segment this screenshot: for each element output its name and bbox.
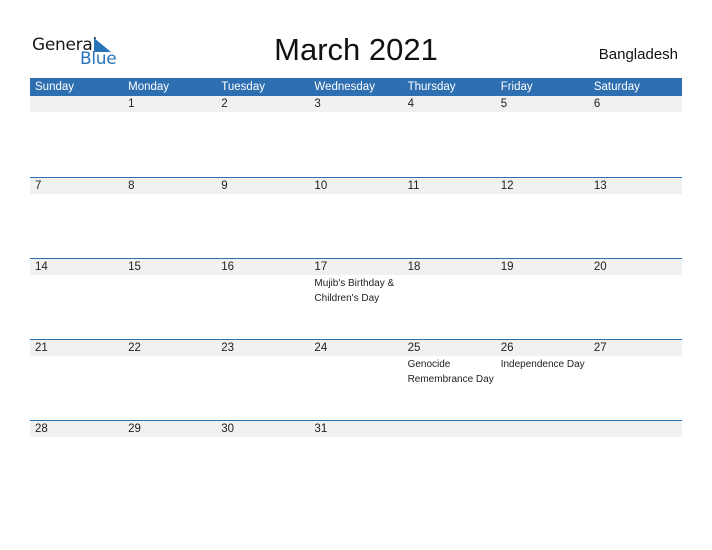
day-number: 8 [123, 178, 217, 194]
day-cell: 24 [309, 340, 403, 420]
day-cell: 5 [495, 96, 589, 177]
day-cell [495, 421, 589, 438]
day-cell: 3 [309, 96, 403, 177]
holiday-event: Genocide Remembrance Day [407, 359, 494, 385]
day-cell: 7 [30, 178, 124, 258]
day-cell [30, 96, 124, 177]
holiday-event: Mujib's Birthday & Children's Day [314, 278, 395, 304]
day-cell: 16 [216, 259, 310, 339]
day-cell: 27 [588, 340, 682, 420]
weekday-friday: Friday [500, 81, 533, 93]
day-number [30, 96, 124, 112]
day-number: 10 [309, 178, 403, 194]
weekday-tuesday: Tuesday [221, 81, 265, 93]
country-label: Bangladesh [598, 46, 678, 63]
day-number: 19 [495, 259, 589, 275]
week-row: 7 8 9 10 11 12 13 [30, 177, 682, 258]
day-cell: 22 [123, 340, 217, 420]
day-number: 17 [309, 259, 403, 275]
week-row: 28 29 30 31 [30, 420, 682, 438]
day-number: 27 [588, 340, 682, 356]
day-number: 6 [588, 96, 682, 112]
day-number: 2 [216, 96, 310, 112]
day-number: 9 [216, 178, 310, 194]
day-cell: 1 [123, 96, 217, 177]
day-number: 7 [30, 178, 124, 194]
day-number [588, 421, 682, 437]
week-row: 123456 [30, 96, 682, 177]
day-number: 1 [123, 96, 217, 112]
week-row: 14 15 16 17 Mujib's Birthday & Children's Da… [30, 258, 682, 339]
day-cell: 14 [30, 259, 124, 339]
day-number: 31 [309, 421, 403, 437]
weekday-saturday: Saturday [593, 81, 640, 93]
day-cell: 25 Genocide Remembrance Day [402, 340, 496, 420]
day-number: 29 [123, 421, 217, 437]
weekday-wednesday: Wednesday [314, 81, 375, 93]
day-number: 26 [495, 340, 589, 356]
day-cell: 10 [309, 178, 403, 258]
day-cell [588, 421, 682, 438]
day-cell: 12 [495, 178, 589, 258]
day-cell: 26 Independence Day [495, 340, 589, 420]
day-number: 5 [495, 96, 589, 112]
day-number: 30 [216, 421, 310, 437]
day-cell: 6 [588, 96, 682, 177]
day-cell: 17 Mujib's Birthday & Children's Day [309, 259, 403, 339]
day-number: 22 [123, 340, 217, 356]
week-row: 21 22 23 24 25 Genocide Remembrance Day 26 Inde… [30, 339, 682, 420]
day-cell: 20 [588, 259, 682, 339]
day-number: 20 [588, 259, 682, 275]
day-cell: 23 [216, 340, 310, 420]
day-cell: 15 [123, 259, 217, 339]
day-number: 14 [30, 259, 124, 275]
day-number: 16 [216, 259, 310, 275]
calendar-grid: Sunday Monday Tuesday Wednesday Thursday… [30, 78, 682, 438]
day-number: 18 [402, 259, 496, 275]
day-cell: 30 [216, 421, 310, 438]
day-cell: 4 [402, 96, 496, 177]
day-number [495, 421, 589, 437]
day-cell: 28 [30, 421, 124, 438]
day-number: 15 [123, 259, 217, 275]
day-number: 23 [216, 340, 310, 356]
weekday-monday: Monday [128, 81, 170, 93]
day-number: 28 [30, 421, 124, 437]
day-number: 21 [30, 340, 124, 356]
day-cell: 31 [309, 421, 403, 438]
day-number: 24 [309, 340, 403, 356]
day-cell: 18 [402, 259, 496, 339]
day-cell: 13 [588, 178, 682, 258]
day-cell: 9 [216, 178, 310, 258]
weekday-sunday: Sunday [35, 81, 75, 93]
day-cell: 29 [123, 421, 217, 438]
day-cell [402, 421, 496, 438]
holiday-event: Independence Day [500, 359, 585, 370]
weeks-container: 1 2 3 4 5 6 7 8 9 10 11 12 13 14 15 16 17 Mujib's Birthda… [30, 96, 682, 438]
weekday-header: Sunday Monday Tuesday Wednesday Thursday… [30, 78, 682, 96]
day-number: 4 [402, 96, 496, 112]
day-number: 13 [588, 178, 682, 194]
day-number: 25 [402, 340, 496, 356]
day-cell: 2 [216, 96, 310, 177]
day-cell: 11 [402, 178, 496, 258]
day-number: 3 [309, 96, 403, 112]
day-number [402, 421, 496, 437]
day-cell: 8 [123, 178, 217, 258]
weekday-thursday: Thursday [407, 81, 456, 93]
day-number: 12 [495, 178, 589, 194]
day-cell: 19 [495, 259, 589, 339]
day-cell: 21 [30, 340, 124, 420]
day-number: 11 [402, 178, 496, 194]
